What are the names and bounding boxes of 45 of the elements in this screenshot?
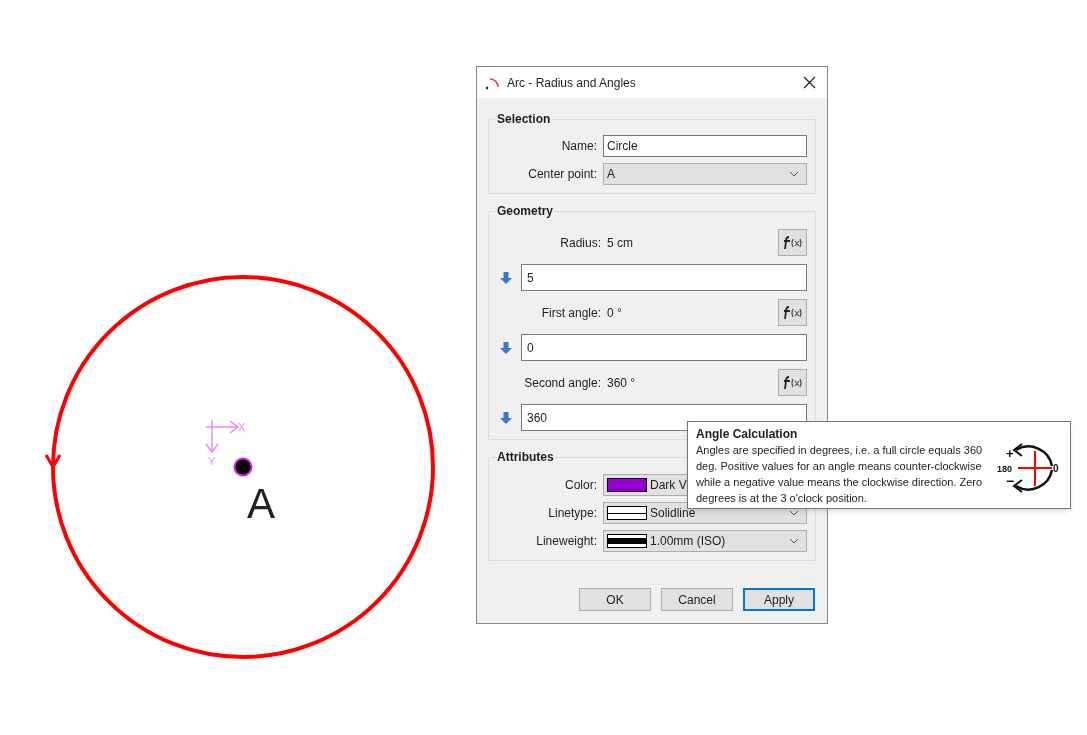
dialog-button[interactable]: Apply <box>743 588 815 611</box>
chevron-down-icon <box>789 171 799 177</box>
arrow-down-icon[interactable] <box>500 341 512 354</box>
lineweight-swatch-icon <box>607 534 647 548</box>
field-label: Radius: <box>559 234 601 252</box>
dropdown[interactable]: 1.00mm (ISO) <box>603 530 807 552</box>
field-label: Name: <box>560 138 597 155</box>
section-title: Selection <box>496 111 552 128</box>
dialog-button[interactable]: OK <box>579 588 651 611</box>
section-title: Attributes <box>496 449 555 466</box>
formula-icon <box>782 235 803 250</box>
formula-button[interactable] <box>778 229 807 256</box>
point-marker <box>233 457 253 477</box>
dialog-button[interactable]: Cancel <box>661 588 733 611</box>
arrow-down-icon[interactable] <box>500 271 512 284</box>
input-field[interactable]: 0 <box>521 334 807 361</box>
dropdown[interactable]: A <box>603 163 807 185</box>
section-title: Geometry <box>496 203 555 220</box>
chevron-down-icon <box>789 538 799 544</box>
field-label: Center point: <box>527 166 597 183</box>
close-button[interactable] <box>801 74 817 91</box>
linetype-swatch-icon <box>607 506 647 520</box>
formula-button[interactable] <box>778 369 807 396</box>
text-field[interactable]: Circle <box>603 135 807 157</box>
field-label: First angle: <box>540 304 601 322</box>
field-label: Color: <box>564 477 597 494</box>
field-value: 360 ° <box>607 374 637 392</box>
arc-icon <box>485 75 499 90</box>
formula-button[interactable] <box>778 299 807 326</box>
formula-icon <box>782 375 803 390</box>
angle-diagram-drawing: + − 180 0 <box>996 436 1062 500</box>
axes-drawing <box>205 419 240 454</box>
input-field[interactable]: 5 <box>521 264 807 291</box>
axis-label: X <box>238 421 246 433</box>
field-label: Second angle: <box>523 374 601 392</box>
axis-label: Y <box>208 455 216 467</box>
arrow-down-icon[interactable] <box>500 411 512 424</box>
formula-icon <box>782 305 803 320</box>
point-label: A <box>247 480 275 527</box>
chevron-down-icon <box>789 510 799 516</box>
window-title: Arc - Radius and Angles <box>507 74 637 92</box>
field-value: 5 cm <box>607 234 634 252</box>
field-label: Lineweight: <box>535 533 597 550</box>
field-value: 0 ° <box>607 304 623 322</box>
field-label: Linetype: <box>547 505 597 522</box>
